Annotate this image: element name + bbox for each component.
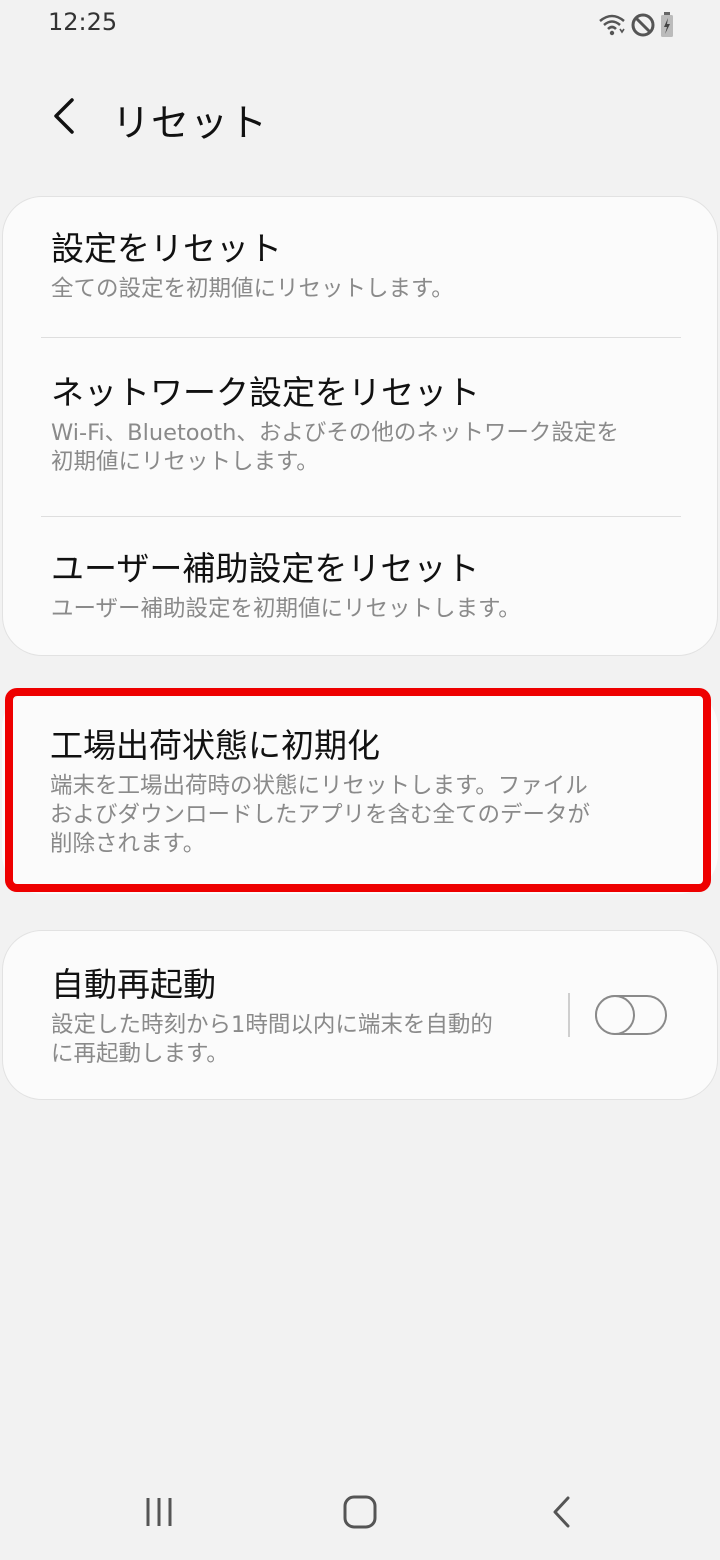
factory-reset-item[interactable]: 工場出荷状態に初期化 端末を工場出荷時の状態にリセットします。ファイル およびダ… — [2, 724, 718, 859]
item-subtitle: 全ての設定を初期値にリセットします。 — [51, 276, 454, 302]
item-subtitle-line: 初期値にリセットします。 — [51, 449, 319, 475]
chevron-left-icon — [50, 96, 78, 140]
status-time: 12:25 — [48, 8, 118, 36]
item-subtitle-line: 端末を工場出荷時の状態にリセットします。ファイル — [50, 773, 588, 799]
item-subtitle-line: Wi-Fi、Bluetooth、およびその他のネットワーク設定を — [51, 420, 619, 446]
auto-restart-toggle[interactable] — [594, 994, 667, 1035]
item-title: ネットワーク設定をリセット — [51, 373, 480, 412]
do-not-disturb-icon — [630, 12, 656, 38]
item-subtitle-line: 設定した時刻から1時間以内に端末を自動的 — [51, 1012, 493, 1038]
reset-settings-item[interactable]: 設定をリセット 全ての設定を初期値にリセットします。 — [3, 227, 719, 304]
item-subtitle: 設定した時刻から1時間以内に端末を自動的 に再起動します。 — [51, 1011, 539, 1069]
item-subtitle: ユーザー補助設定を初期値にリセットします。 — [51, 596, 521, 622]
auto-restart-card: 自動再起動 設定した時刻から1時間以内に端末を自動的 に再起動します。 — [2, 930, 718, 1100]
recent-apps-button[interactable] — [124, 1484, 194, 1544]
divider — [41, 337, 681, 338]
toggle-separator — [568, 993, 570, 1037]
item-title: 工場出荷状態に初期化 — [50, 726, 380, 765]
page-title: リセット — [112, 101, 269, 145]
back-button[interactable] — [36, 90, 92, 146]
reset-network-item[interactable]: ネットワーク設定をリセット Wi-Fi、Bluetooth、およびその他のネット… — [3, 371, 719, 477]
item-subtitle-line: 削除されます。 — [50, 831, 206, 857]
item-subtitle-line: およびダウンロードしたアプリを含む全てのデータが — [50, 802, 591, 828]
factory-reset-card: 工場出荷状態に初期化 端末を工場出荷時の状態にリセットします。ファイル およびダ… — [2, 688, 718, 894]
item-subtitle: Wi-Fi、Bluetooth、およびその他のネットワーク設定を 初期値にリセッ… — [51, 419, 679, 477]
home-icon — [342, 1494, 378, 1534]
battery-charging-icon — [660, 12, 674, 38]
item-title: 自動再起動 — [51, 965, 216, 1004]
status-icons — [598, 10, 674, 40]
reset-options-card: 設定をリセット 全ての設定を初期値にリセットします。 ネットワーク設定をリセット… — [2, 196, 718, 656]
app-bar: リセット — [0, 70, 720, 160]
toggle-knob — [594, 994, 635, 1035]
navigation-bar — [0, 1470, 720, 1560]
reset-accessibility-item[interactable]: ユーザー補助設定をリセット ユーザー補助設定を初期値にリセットします。 — [3, 547, 719, 624]
nav-back-button[interactable] — [527, 1484, 597, 1544]
wifi-icon — [598, 13, 626, 37]
back-icon — [550, 1495, 574, 1533]
item-subtitle: 端末を工場出荷時の状態にリセットします。ファイル およびダウンロードしたアプリを… — [50, 772, 678, 859]
home-button[interactable] — [325, 1484, 395, 1544]
status-bar: 12:25 — [0, 0, 720, 50]
item-title: ユーザー補助設定をリセット — [51, 549, 480, 588]
item-subtitle-line: に再起動します。 — [51, 1041, 229, 1067]
recent-apps-icon — [142, 1495, 176, 1533]
divider — [41, 516, 681, 517]
item-title: 設定をリセット — [51, 229, 282, 268]
